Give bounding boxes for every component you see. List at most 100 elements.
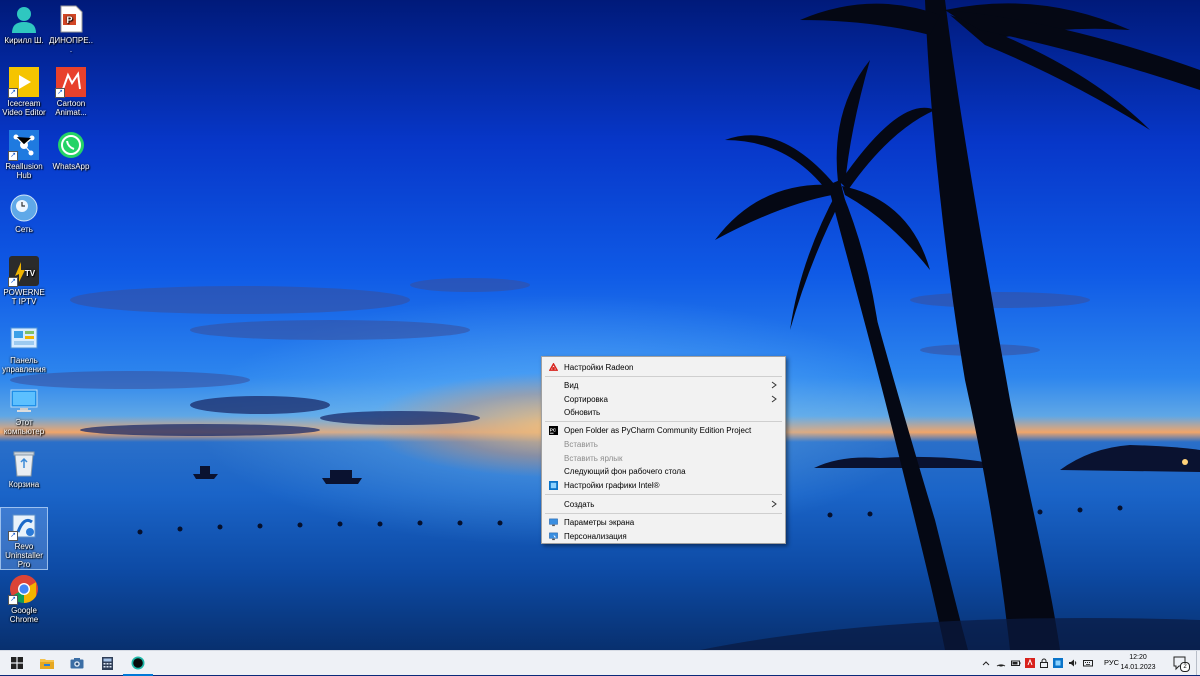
- menu-item-label: Сортировка: [564, 394, 608, 404]
- start-button[interactable]: [2, 651, 32, 675]
- desktop-icon-label: POWERNET IPTV: [3, 288, 45, 306]
- desktop-wallpaper: [0, 0, 1200, 650]
- taskbar-calculator[interactable]: [92, 651, 122, 675]
- desktop-icon-label: Кирилл Ш.: [4, 36, 44, 45]
- desktop-icon-powerpoint-file[interactable]: P ДИНОПРЕ...: [48, 0, 94, 54]
- notification-count-badge: 2: [1180, 662, 1190, 672]
- calculator-icon: [101, 656, 113, 670]
- desktop-context-menu: Настройки Radeon Вид Сортировка Обновить…: [541, 356, 786, 544]
- menu-item-open-folder-pycharm[interactable]: PC Open Folder as PyCharm Community Edit…: [543, 423, 784, 437]
- user-icon: [9, 4, 39, 34]
- desktop-icon-recycle-bin[interactable]: Корзина: [1, 444, 47, 489]
- svg-text:PC: PC: [550, 427, 557, 432]
- menu-item-intel-graphics-settings[interactable]: Настройки графики Intel®: [543, 478, 784, 492]
- intel-graphics-icon: [549, 481, 558, 490]
- windows-logo-icon: [11, 657, 23, 669]
- desktop-icon-label: Панель управления: [2, 356, 46, 374]
- pycharm-icon: PC: [549, 426, 558, 435]
- menu-item-label: Создать: [564, 499, 595, 509]
- chrome-icon: ↗: [8, 574, 39, 605]
- wallpaper-scene: [10, 0, 1200, 650]
- radeon-tray-icon[interactable]: [1025, 658, 1035, 668]
- menu-item-label: Вид: [564, 380, 579, 390]
- clock-date: 14.01.2023: [1120, 664, 1156, 671]
- desktop-icon-this-pc[interactable]: Этот компьютер: [1, 382, 47, 436]
- menu-item-refresh[interactable]: Обновить: [543, 405, 784, 419]
- desktop-icon-user-folder[interactable]: Кирилл Ш.: [1, 0, 47, 45]
- whatsapp-icon: [56, 130, 86, 160]
- desktop-icon-whatsapp[interactable]: WhatsApp: [48, 126, 94, 171]
- menu-separator: [545, 494, 782, 495]
- shortcut-arrow-icon: ↗: [55, 88, 65, 98]
- chevron-up-icon[interactable]: [981, 658, 991, 668]
- menu-item-radeon-settings[interactable]: Настройки Radeon: [543, 360, 784, 374]
- menu-item-display-settings[interactable]: Параметры экрана: [543, 515, 784, 529]
- menu-item-sort[interactable]: Сортировка: [543, 392, 784, 406]
- clock-time: 12:20: [1129, 654, 1147, 661]
- notification-center-button[interactable]: 2: [1172, 655, 1190, 672]
- desktop-icon-icecream-video-editor[interactable]: ↗ Icecream Video Editor: [1, 63, 47, 117]
- desktop-icon-label: Revo Uninstaller Pro: [5, 542, 43, 569]
- revo-uninstaller-icon: ↗: [8, 512, 39, 541]
- menu-item-new[interactable]: Создать: [543, 497, 784, 511]
- desktop-icon-label: Этот компьютер: [3, 418, 45, 436]
- menu-item-label: Следующий фон рабочего стола: [564, 466, 686, 476]
- show-desktop-button[interactable]: [1196, 651, 1200, 675]
- desktop-icon-cartoon-animator[interactable]: ↗ Cartoon Animat...: [48, 63, 94, 117]
- taskbar-file-explorer[interactable]: [32, 651, 62, 675]
- desktop-icon-label: Reallusion Hub: [5, 162, 43, 180]
- desktop-icon-label: Icecream Video Editor: [2, 99, 46, 117]
- radeon-icon: [549, 363, 558, 371]
- network-globe-icon: [9, 193, 39, 223]
- menu-item-label: Вставить: [564, 439, 598, 449]
- menu-item-next-desktop-background[interactable]: Следующий фон рабочего стола: [543, 464, 784, 478]
- powernet-iptv-icon: TV ↗: [8, 256, 39, 287]
- shortcut-arrow-icon: ↗: [8, 151, 18, 161]
- desktop-icon-network[interactable]: Сеть: [1, 189, 47, 234]
- menu-item-label: Параметры экрана: [564, 517, 635, 527]
- volume-icon[interactable]: [1068, 658, 1078, 668]
- personalization-icon: [549, 532, 558, 541]
- control-panel-icon: [9, 324, 39, 354]
- taskbar-active-app[interactable]: [123, 651, 153, 676]
- desktop-icon-label: Google Chrome: [9, 606, 39, 624]
- battery-icon[interactable]: [1011, 658, 1021, 668]
- shortcut-arrow-icon: ↗: [8, 531, 18, 541]
- chevron-right-icon: [771, 381, 777, 389]
- display-settings-icon: [549, 518, 558, 527]
- lock-icon[interactable]: [1039, 658, 1049, 668]
- desktop-icon-google-chrome[interactable]: ↗ Google Chrome: [1, 570, 47, 624]
- desktop-icon-powernet-iptv[interactable]: TV ↗ POWERNET IPTV: [1, 252, 47, 306]
- wifi-icon[interactable]: [996, 658, 1006, 668]
- camera-icon: [70, 658, 84, 669]
- reallusion-hub-icon: ↗: [8, 130, 39, 161]
- menu-separator: [545, 513, 782, 514]
- intel-tray-icon[interactable]: [1053, 658, 1063, 668]
- powerpoint-file-icon: P: [56, 4, 86, 34]
- recycle-bin-icon: [9, 448, 39, 478]
- taskbar: РУС 12:20 14.01.2023 2: [0, 650, 1200, 676]
- menu-item-paste: Вставить: [543, 437, 784, 451]
- menu-separator: [545, 376, 782, 377]
- shortcut-arrow-icon: ↗: [8, 595, 18, 605]
- chevron-right-icon: [771, 395, 777, 403]
- touch-keyboard-icon[interactable]: [1083, 658, 1093, 668]
- taskbar-camera[interactable]: [62, 651, 92, 675]
- folder-icon: [40, 659, 54, 669]
- menu-item-label: Вставить ярлык: [564, 453, 623, 463]
- desktop-icon-revo-uninstaller-pro[interactable]: ↗ Revo Uninstaller Pro: [0, 507, 48, 570]
- menu-item-label: Обновить: [564, 407, 601, 417]
- menu-item-label: Настройки Radeon: [564, 362, 634, 372]
- svg-text:TV: TV: [25, 269, 36, 278]
- cartoon-animator-icon: ↗: [55, 67, 86, 98]
- desktop-icon-control-panel[interactable]: Панель управления: [1, 320, 47, 374]
- desktop-icon-label: WhatsApp: [52, 162, 90, 171]
- desktop-icon-reallusion-hub[interactable]: ↗ Reallusion Hub: [1, 126, 47, 180]
- menu-item-paste-shortcut: Вставить ярлык: [543, 451, 784, 465]
- computer-icon: [9, 386, 39, 416]
- menu-item-view[interactable]: Вид: [543, 378, 784, 392]
- desktop-icon-label: ДИНОПРЕ...: [48, 36, 94, 54]
- menu-item-personalization[interactable]: Персонализация: [543, 529, 784, 543]
- app-orb-icon: [131, 656, 145, 669]
- system-clock[interactable]: 12:20 14.01.2023: [1114, 653, 1162, 673]
